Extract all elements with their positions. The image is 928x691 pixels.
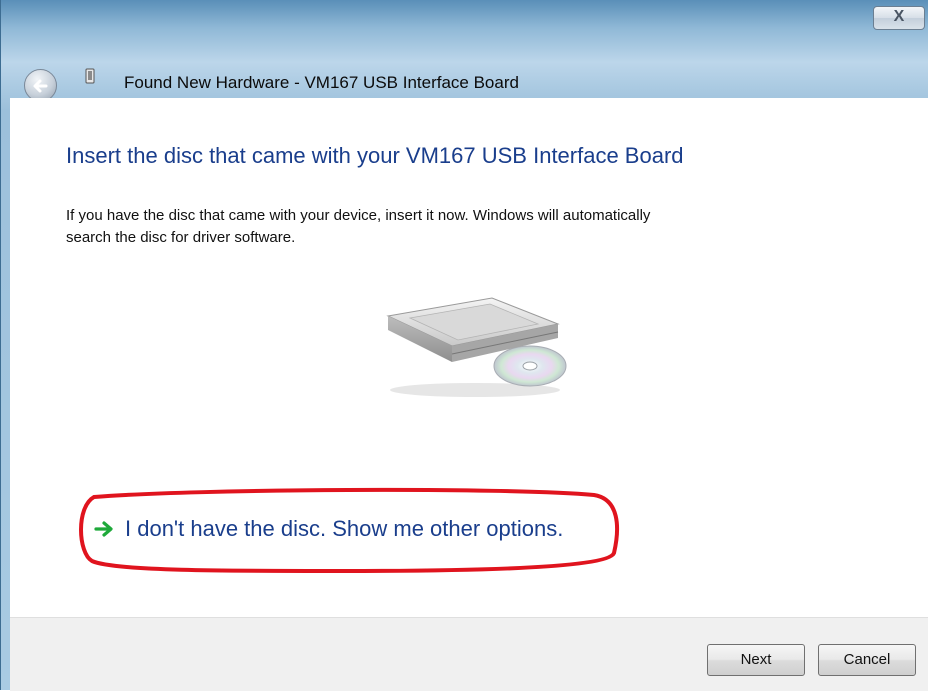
close-button[interactable]: X <box>873 6 925 30</box>
description-line-2: search the disc for driver software. <box>66 229 296 246</box>
content-panel: Insert the disc that came with your VM16… <box>10 98 928 617</box>
dialog-window: X Found New Hardware - VM167 USB Interfa… <box>0 0 928 691</box>
description-line-1: If you have the disc that came with your… <box>66 207 651 224</box>
disc-drive-icon <box>386 297 567 397</box>
button-bar: Next Cancel <box>10 617 928 691</box>
title-bar: X Found New Hardware - VM167 USB Interfa… <box>1 0 928 102</box>
cancel-button[interactable]: Cancel <box>818 644 916 676</box>
usb-device-icon <box>85 68 95 84</box>
highlight-annotation <box>79 487 620 573</box>
next-button[interactable]: Next <box>707 644 805 676</box>
page-heading: Insert the disc that came with your VM16… <box>66 143 684 168</box>
back-arrow-icon <box>33 79 48 93</box>
close-icon: X <box>893 8 905 25</box>
description-text: If you have the disc that came with your… <box>66 205 826 249</box>
window-title: Found New Hardware - VM167 USB Interface… <box>124 73 519 92</box>
